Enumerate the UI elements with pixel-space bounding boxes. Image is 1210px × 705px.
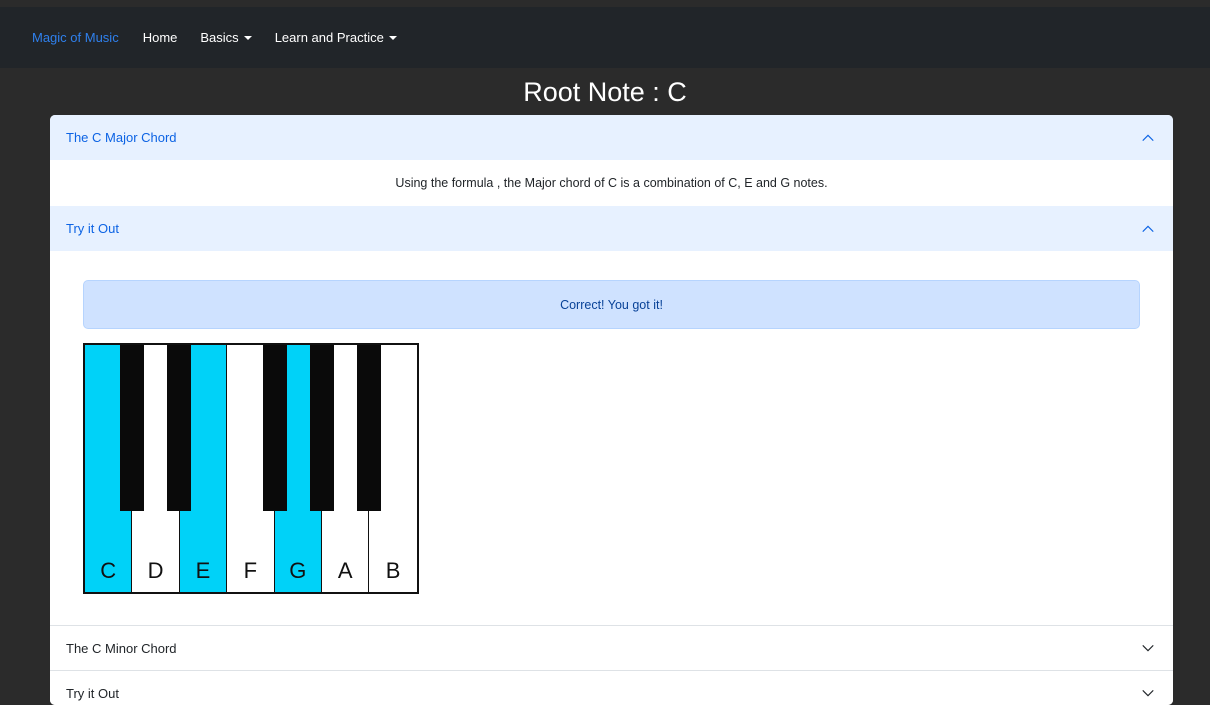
accordion-title: The C Minor Chord xyxy=(66,640,177,656)
page-title: Root Note : C xyxy=(523,77,687,107)
chevron-up-icon xyxy=(1142,134,1154,141)
accordion-title: The C Major Chord xyxy=(66,130,177,145)
piano-keyboard: C D E F G A B xyxy=(83,343,419,594)
nav-home-label: Home xyxy=(142,30,178,45)
chevron-down-icon xyxy=(1142,644,1154,652)
chord-accordion: The C Major Chord Using the formula , th… xyxy=(50,115,1173,705)
key-label: B xyxy=(385,558,401,583)
nav-learn-practice-label: Learn and Practice xyxy=(274,30,384,45)
success-alert: Correct! You got it! xyxy=(83,280,1140,329)
key-label: E xyxy=(195,558,211,583)
try-it-out-body: Correct! You got it! C D E F G A B xyxy=(50,251,1173,625)
caret-down-icon xyxy=(243,35,252,40)
chevron-down-icon xyxy=(1142,689,1154,697)
nav-home-link[interactable]: Home xyxy=(143,30,178,45)
brand-link[interactable]: Magic of Music xyxy=(32,30,119,45)
key-label: C xyxy=(100,558,117,583)
key-label: G xyxy=(289,558,307,583)
chevron-up-icon xyxy=(1142,225,1154,232)
accordion-header-try-it-out[interactable]: Try it Out xyxy=(50,206,1173,251)
nav-basics-dropdown[interactable]: Basics xyxy=(200,30,252,45)
accordion-title: Try it Out xyxy=(66,221,119,236)
piano-key-f-sharp[interactable] xyxy=(263,345,287,511)
key-label: F xyxy=(243,558,258,583)
top-navbar: Magic of Music Home Basics Learn and Pra… xyxy=(0,7,1210,68)
piano-key-c-sharp[interactable] xyxy=(120,345,144,511)
key-label: A xyxy=(337,558,353,583)
accordion-header-try-it-out-minor[interactable]: Try it Out xyxy=(50,670,1173,705)
key-label: D xyxy=(147,558,164,583)
accordion-header-minor-chord[interactable]: The C Minor Chord xyxy=(50,625,1173,670)
caret-down-icon xyxy=(388,35,397,40)
piano-key-d-sharp[interactable] xyxy=(167,345,191,511)
piano-key-g-sharp[interactable] xyxy=(310,345,334,511)
nav-basics-label: Basics xyxy=(200,30,239,45)
nav-learn-practice-dropdown[interactable]: Learn and Practice xyxy=(275,30,397,45)
piano-key-a-sharp[interactable] xyxy=(357,345,381,511)
success-alert-text: Correct! You got it! xyxy=(560,297,663,312)
accordion-title: Try it Out xyxy=(66,685,119,701)
major-chord-description: Using the formula , the Major chord of C… xyxy=(395,176,828,190)
accordion-header-major-chord[interactable]: The C Major Chord xyxy=(50,115,1173,160)
